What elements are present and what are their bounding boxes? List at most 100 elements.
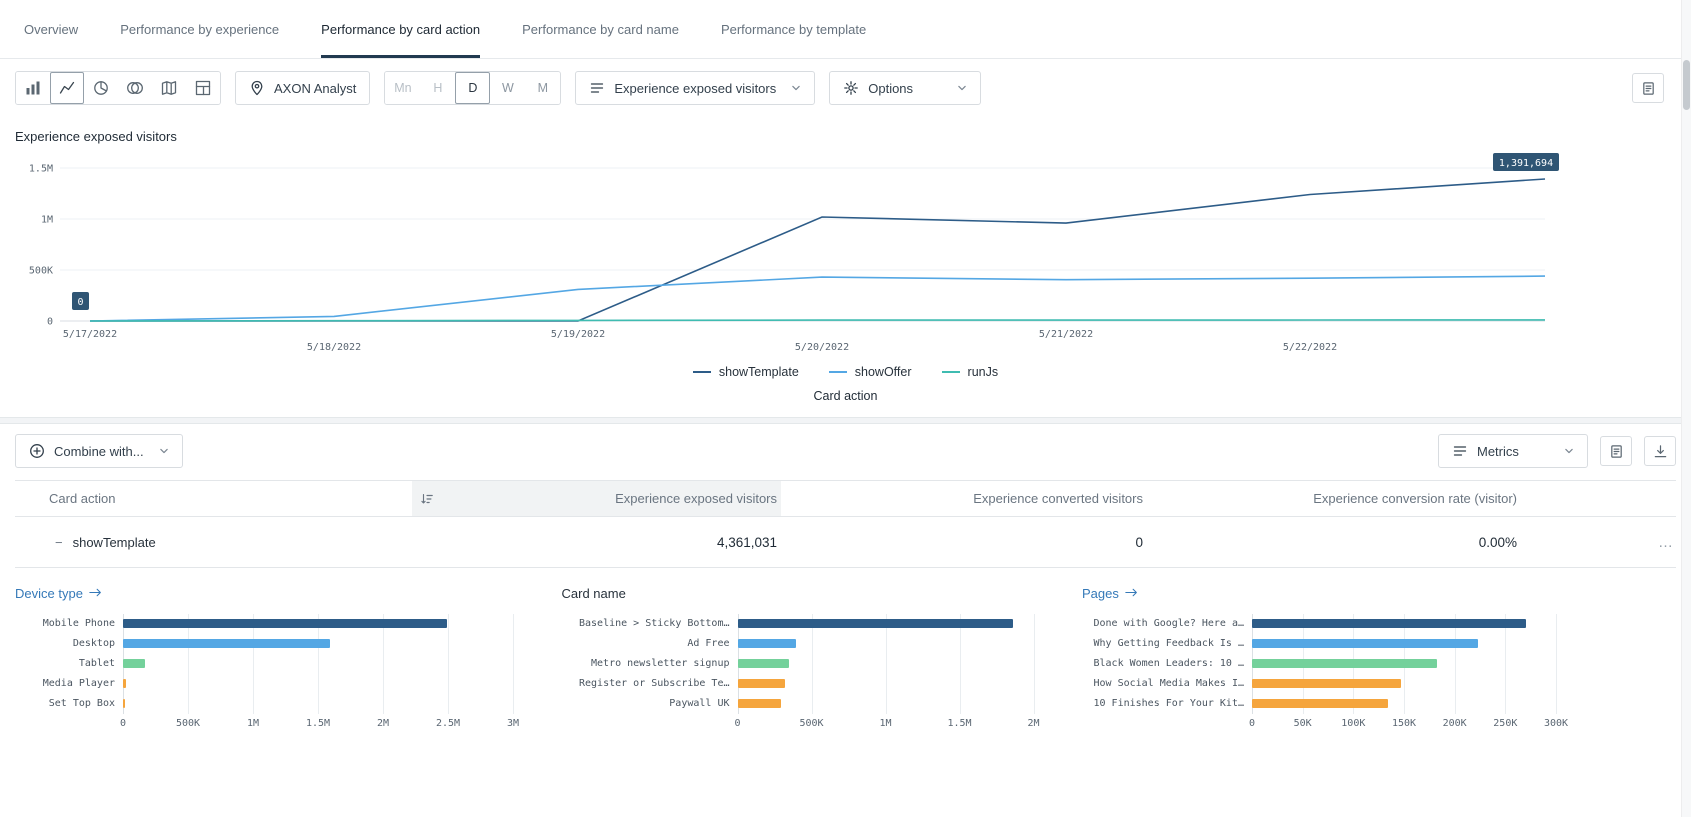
bar-row: 10 Finishes For Your Kit… (1082, 694, 1556, 714)
download-button[interactable] (1644, 436, 1676, 466)
granularity-h[interactable]: H (420, 72, 455, 104)
bar[interactable] (1252, 659, 1437, 668)
legend-swatch (693, 371, 711, 373)
bar-track (123, 614, 513, 634)
column-header-label: Card action (49, 491, 115, 506)
tab-performance-by-experience[interactable]: Performance by experience (120, 0, 279, 58)
line-chart[interactable]: 0500K1M1.5M5/17/20225/18/20225/19/20225/… (15, 150, 1691, 361)
download-icon (1653, 444, 1668, 459)
chart-title: Experience exposed visitors (15, 129, 1691, 144)
granularity-w[interactable]: W (490, 72, 525, 104)
bar[interactable] (1252, 619, 1526, 628)
bar[interactable] (1252, 639, 1478, 648)
gridline (1556, 614, 1557, 714)
legend-item-showTemplate[interactable]: showTemplate (693, 365, 799, 379)
granularity-m[interactable]: M (525, 72, 560, 104)
pie-chart-button[interactable] (84, 72, 118, 104)
bar-label: Ad Free (562, 634, 738, 654)
bar-label: 10 Finishes For Your Kit… (1082, 694, 1252, 714)
bar-label: How Social Media Makes I… (1082, 674, 1252, 694)
bar-track (1252, 654, 1556, 674)
mini-chart-plot: Done with Google? Here a…Why Getting Fee… (1082, 614, 1556, 714)
metric-dropdown-label: Experience exposed visitors (614, 81, 776, 96)
x-tick-label: 50K (1294, 718, 1312, 729)
bar[interactable] (123, 619, 447, 628)
bar-row: Tablet (15, 654, 521, 674)
mini-chart-x-axis: 050K100K150K200K250K300K (1252, 718, 1556, 734)
x-tick-label: 5/20/2022 (795, 342, 849, 353)
combine-with-button[interactable]: Combine with... (15, 434, 183, 468)
arrow-right-icon (1125, 587, 1138, 598)
location-pin-icon (249, 80, 265, 96)
granularity-d[interactable]: D (455, 72, 490, 104)
metric-dropdown[interactable]: Experience exposed visitors (575, 71, 815, 105)
axon-analyst-button[interactable]: AXON Analyst (235, 71, 370, 105)
venn-diagram-button[interactable] (118, 72, 152, 104)
bar[interactable] (738, 679, 785, 688)
svg-text:0: 0 (77, 297, 83, 308)
map-button[interactable] (152, 72, 186, 104)
vertical-scrollbar[interactable] (1681, 0, 1691, 817)
pie-chart-icon (93, 80, 109, 96)
bar[interactable] (1252, 699, 1388, 708)
gear-icon (843, 80, 859, 96)
mini-chart-x-axis: 0500K1M1.5M2M2.5M3M (123, 718, 513, 734)
bar-chart-button[interactable] (16, 72, 50, 104)
bar-label: Tablet (15, 654, 123, 674)
copy-table-button[interactable] (1600, 436, 1632, 466)
bar-label: Desktop (15, 634, 123, 654)
tab-performance-by-card-name[interactable]: Performance by card name (522, 0, 679, 58)
bar[interactable] (738, 619, 1013, 628)
bar-row: Paywall UK (562, 694, 1042, 714)
x-tick-label: 5/18/2022 (307, 342, 361, 353)
x-tick-label: 5/17/2022 (63, 329, 117, 340)
line-chart-button[interactable] (50, 72, 84, 104)
y-tick-label: 500K (29, 266, 53, 277)
column-header-experience-exposed-visitors[interactable]: Experience exposed visitors (412, 481, 781, 516)
column-header-experience-converted-visitors[interactable]: Experience converted visitors (781, 481, 1147, 516)
metrics-dropdown[interactable]: Metrics (1438, 434, 1588, 468)
scrollbar-thumb[interactable] (1683, 60, 1690, 110)
device-type-link[interactable]: Device type (15, 586, 521, 601)
x-tick-label: 300K (1544, 718, 1568, 729)
legend-item-runJs[interactable]: runJs (942, 365, 999, 379)
mini-chart-plot: Mobile PhoneDesktopTabletMedia PlayerSet… (15, 614, 521, 714)
bar-label: Paywall UK (562, 694, 738, 714)
column-header-card-action[interactable]: Card action (15, 481, 412, 516)
pages-link[interactable]: Pages (1082, 586, 1556, 601)
mini-chart-plot: Baseline > Sticky Bottom…Ad FreeMetro ne… (562, 614, 1042, 714)
tab-performance-by-template[interactable]: Performance by template (721, 0, 866, 58)
bar[interactable] (738, 639, 796, 648)
row-collapse-toggle[interactable]: − (55, 535, 63, 550)
bar-track (123, 674, 513, 694)
granularity-mn[interactable]: Mn (385, 72, 420, 104)
bar-label: Black Women Leaders: 10 … (1082, 654, 1252, 674)
report-button[interactable] (1632, 73, 1664, 103)
results-table: Card actionExperience exposed visitorsEx… (15, 480, 1676, 568)
row-menu-button[interactable]: … (1521, 534, 1676, 551)
table-body: −showTemplate4,361,03100.00%… (15, 517, 1676, 568)
bar[interactable] (738, 659, 790, 668)
bar-label: Why Getting Feedback Is … (1082, 634, 1252, 654)
column-header-experience-conversion-rate-visitor[interactable]: Experience conversion rate (visitor) (1147, 481, 1521, 516)
tab-overview[interactable]: Overview (24, 0, 78, 58)
bar[interactable] (1252, 679, 1401, 688)
bar[interactable] (123, 699, 125, 708)
options-dropdown[interactable]: Options (829, 71, 981, 105)
list-icon (589, 80, 605, 96)
table-row[interactable]: −showTemplate4,361,03100.00%… (15, 517, 1676, 568)
bar[interactable] (123, 679, 126, 688)
bar[interactable] (123, 659, 145, 668)
map-icon (161, 80, 177, 96)
bar[interactable] (738, 699, 782, 708)
bar-row: Set Top Box (15, 694, 521, 714)
legend-item-showOffer[interactable]: showOffer (829, 365, 912, 379)
plus-circle-icon (29, 443, 45, 459)
sort-desc-icon[interactable] (420, 492, 434, 506)
venn-diagram-icon (126, 80, 144, 96)
bar-track (123, 634, 513, 654)
bar[interactable] (123, 639, 330, 648)
tab-performance-by-card-action[interactable]: Performance by card action (321, 0, 480, 58)
bar-label: Metro newsletter signup (562, 654, 738, 674)
treemap-button[interactable] (186, 72, 220, 104)
